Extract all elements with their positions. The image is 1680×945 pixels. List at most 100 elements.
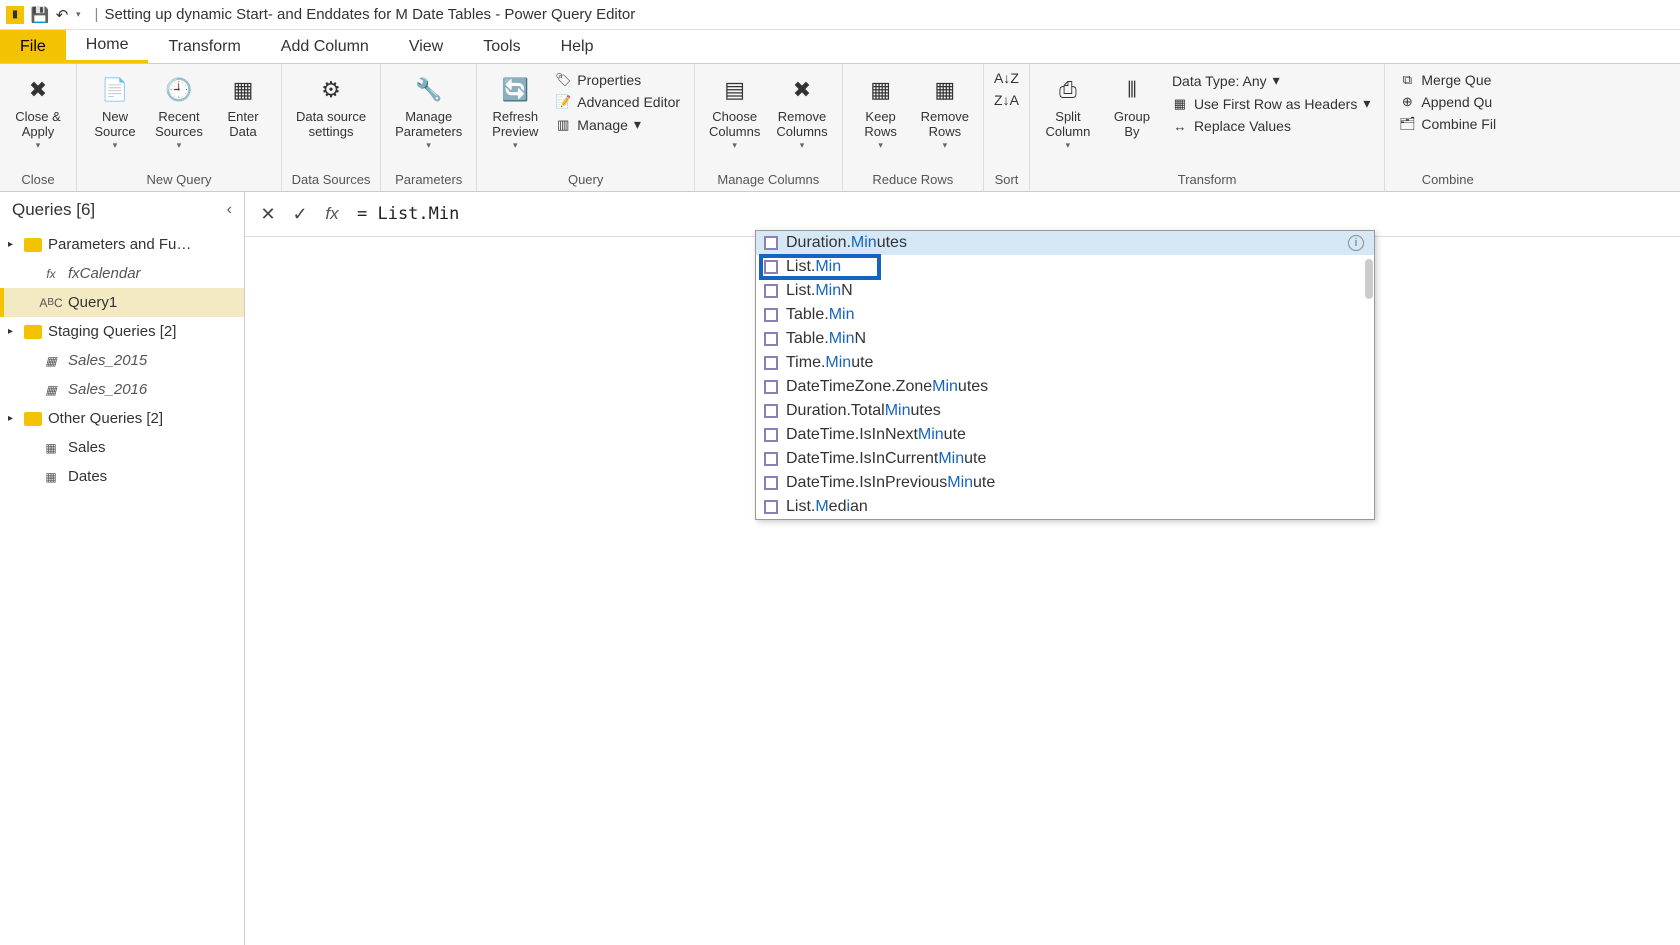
function-icon [764,404,778,418]
query-folder[interactable]: ▸Staging Queries [2] [0,317,244,346]
query-item[interactable]: ▦ Sales_2015 [0,346,244,375]
group-label-query: Query [568,170,603,191]
info-icon[interactable]: i [1348,235,1364,251]
save-icon[interactable]: 💾 [32,7,48,23]
tab-view[interactable]: View [389,30,463,63]
append-queries-button[interactable]: ⊕Append Qu [1395,92,1500,112]
combine-files-button[interactable]: 🗂Combine Fil [1395,114,1500,134]
query-item[interactable]: ▦Dates [0,462,244,491]
split-column-icon: ⎙ [1050,72,1086,108]
close-apply-button[interactable]: ✖ Close & Apply▾ [8,68,68,154]
query-item[interactable]: ▦Sales_2016 [0,375,244,404]
advanced-editor-button[interactable]: 📝Advanced Editor [551,92,684,112]
group-label-parameters: Parameters [395,170,462,191]
split-column-button[interactable]: ⎙Split Column▾ [1038,68,1098,154]
merge-queries-button[interactable]: ⧉Merge Que [1395,70,1500,90]
function-icon [764,452,778,466]
autocomplete-text: Time.Minute [786,354,873,372]
folder-icon [24,325,42,339]
autocomplete-item[interactable]: Duration.Minutesi [756,231,1374,255]
qat-dropdown-icon[interactable]: ▾ [76,9,81,20]
keep-rows-icon: ▦ [863,72,899,108]
function-icon [764,308,778,322]
data-source-settings-button[interactable]: ⚙Data source settings [290,68,372,144]
autocomplete-item[interactable]: List.MinN [756,279,1374,303]
remove-columns-button[interactable]: ✖Remove Columns▾ [770,68,833,154]
autocomplete-item[interactable]: Time.Minute [756,351,1374,375]
group-label-transform: Transform [1178,170,1237,191]
autocomplete-item[interactable]: DateTime.IsInNextMinute [756,423,1374,447]
query-name: Sales_2015 [68,352,147,369]
function-icon [764,356,778,370]
append-icon: ⊕ [1399,94,1415,110]
new-source-button[interactable]: 📄New Source▾ [85,68,145,154]
tab-add-column[interactable]: Add Column [261,30,389,63]
fx-icon[interactable]: fx [321,203,343,225]
autocomplete-text: Duration.TotalMinutes [786,402,941,420]
tab-help[interactable]: Help [541,30,614,63]
ribbon-group-sort: A↓Z Z↓A Sort [984,64,1030,191]
query-type-icon: ▦ [42,440,60,456]
sort-desc-button[interactable]: Z↓A [992,90,1021,110]
merge-icon: ⧉ [1399,72,1415,88]
group-label-reduce-rows: Reduce Rows [872,170,953,191]
group-by-button[interactable]: ⫴Group By [1102,68,1162,144]
tab-tools[interactable]: Tools [463,30,540,63]
query-item[interactable]: fxfxCalendar [0,259,244,288]
query-type-icon: ▦ [42,353,60,369]
query-item[interactable]: ABCQuery1 [0,288,244,317]
query-folder[interactable]: ▸Other Queries [2] [0,404,244,433]
tab-home[interactable]: Home [66,30,149,63]
autocomplete-item[interactable]: Table.Min [756,303,1374,327]
autocomplete-item[interactable]: List.Min [756,255,1374,279]
manage-parameters-button[interactable]: 🔧Manage Parameters▾ [389,68,468,154]
autocomplete-item[interactable]: List.Median [756,495,1374,519]
choose-columns-button[interactable]: ▤Choose Columns▾ [703,68,766,154]
autocomplete-text: DateTime.IsInPreviousMinute [786,474,995,492]
enter-data-button[interactable]: ▦Enter Data [213,68,273,144]
group-by-icon: ⫴ [1114,72,1150,108]
first-row-headers-button[interactable]: ▦Use First Row as Headers ▾ [1168,93,1374,114]
collapse-pane-icon[interactable]: ‹ [227,201,232,219]
tab-transform[interactable]: Transform [148,30,260,63]
function-icon [764,476,778,490]
autocomplete-item[interactable]: DateTime.IsInCurrentMinute [756,447,1374,471]
undo-icon[interactable]: ↶ [54,7,70,23]
sort-asc-button[interactable]: A↓Z [992,68,1021,88]
remove-rows-button[interactable]: ▦Remove Rows▾ [915,68,975,154]
queries-header-label: Queries [6] [12,200,95,220]
autocomplete-item[interactable]: DateTimeZone.ZoneMinutes [756,375,1374,399]
sort-asc-icon: A↓Z [994,70,1019,86]
enter-data-icon: ▦ [225,72,261,108]
expand-icon: ▸ [8,326,18,337]
autocomplete-item[interactable]: Duration.TotalMinutes [756,399,1374,423]
remove-columns-icon: ✖ [784,72,820,108]
cancel-formula-button[interactable]: ✕ [257,203,279,225]
data-type-button[interactable]: Data Type: Any ▾ [1168,70,1374,91]
autocomplete-text: Table.MinN [786,330,866,348]
query-name: Sales_2016 [68,381,147,398]
manage-button[interactable]: ▥Manage ▾ [551,114,684,135]
properties-button[interactable]: 🏷Properties [551,70,684,90]
ribbon-group-manage-columns: ▤Choose Columns▾ ✖Remove Columns▾ Manage… [695,64,843,191]
function-icon [764,236,778,250]
query-folder[interactable]: ▸Parameters and Fu… [0,230,244,259]
autocomplete-item[interactable]: DateTime.IsInPreviousMinute [756,471,1374,495]
autocomplete-text: Table.Min [786,306,854,324]
expand-icon: ▸ [8,239,18,250]
keep-rows-button[interactable]: ▦Keep Rows▾ [851,68,911,154]
query-item[interactable]: ▦Sales [0,433,244,462]
recent-sources-button[interactable]: 🕘Recent Sources▾ [149,68,209,154]
accept-formula-button[interactable]: ✓ [289,203,311,225]
formula-input[interactable] [353,200,1668,228]
expand-icon: ▸ [8,413,18,424]
ribbon-group-parameters: 🔧Manage Parameters▾ Parameters [381,64,477,191]
group-label-close: Close [21,170,54,191]
replace-values-button[interactable]: ↔Replace Values [1168,116,1374,136]
refresh-preview-button[interactable]: 🔄Refresh Preview▾ [485,68,545,154]
autocomplete-item[interactable]: Table.MinN [756,327,1374,351]
autocomplete-text: List.MinN [786,282,853,300]
recent-sources-icon: 🕘 [161,72,197,108]
tab-file[interactable]: File [0,30,66,63]
ribbon-group-transform: ⎙Split Column▾ ⫴Group By Data Type: Any … [1030,64,1385,191]
